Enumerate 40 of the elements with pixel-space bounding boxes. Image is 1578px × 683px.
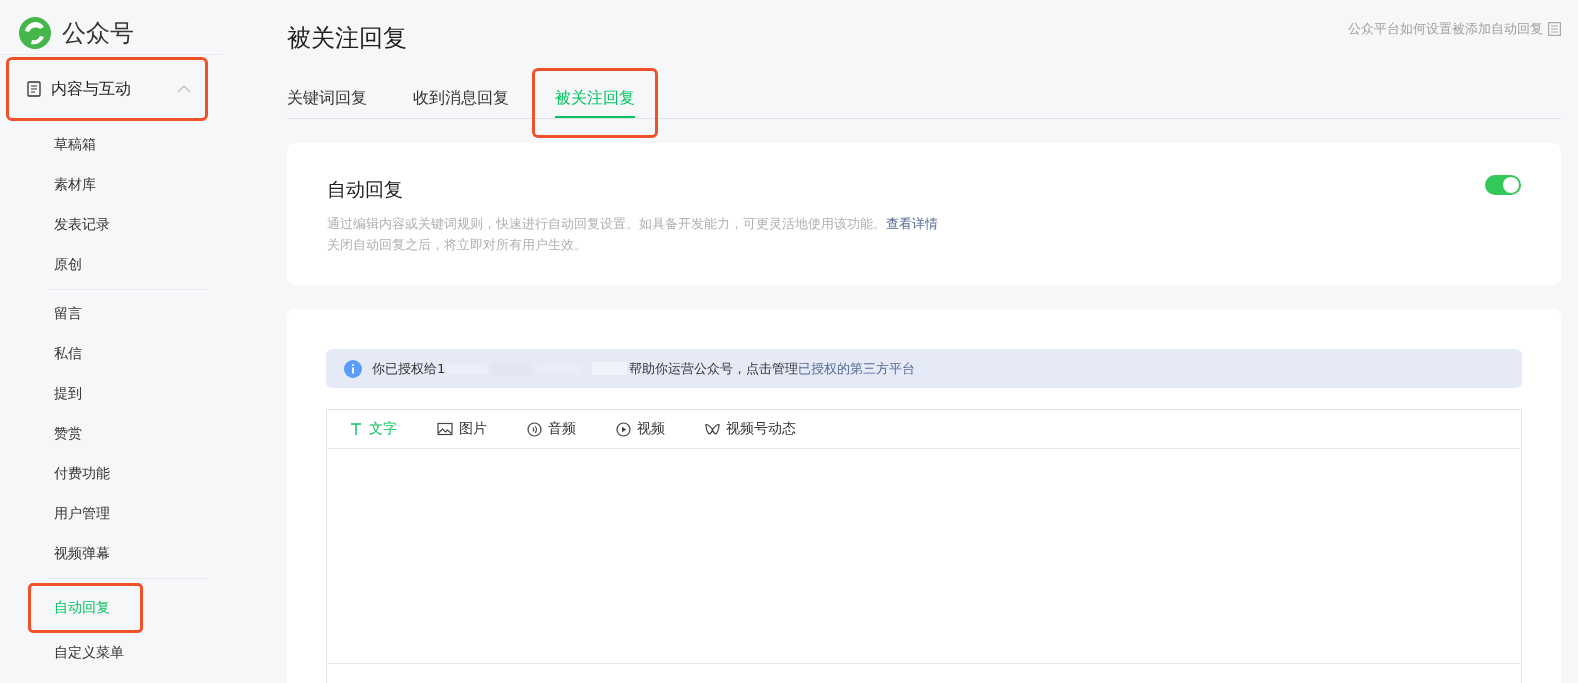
section-title: 自动回复 [327, 177, 404, 202]
nav-group-label: 内容与互动 [51, 78, 132, 100]
page-title: 被关注回复 [287, 23, 407, 54]
sidebar-item[interactable]: 留言 [28, 294, 115, 334]
document-icon [27, 81, 41, 97]
sidebar-item[interactable]: 用户管理 [28, 494, 143, 534]
sidebar-item[interactable]: 付费功能 [28, 454, 143, 494]
play-icon [616, 421, 631, 437]
chevron-icon [177, 85, 191, 93]
note-text: 关闭自动回复之后，将立即对所有用户生效。 [327, 236, 588, 254]
info-icon [344, 359, 362, 378]
notice-text: 你已授权给1 [372, 359, 446, 378]
sidebar-item[interactable]: 自定义菜单 [28, 633, 157, 673]
sidebar-item[interactable]: 草稿箱 [28, 125, 129, 165]
image-icon [437, 422, 453, 436]
content-type-tab[interactable]: 视频 [616, 420, 665, 438]
content-type-tab[interactable]: 图片 [437, 420, 487, 438]
audio-icon [527, 421, 542, 437]
content-type-tab[interactable]: 视频号动态 [705, 420, 796, 438]
notice-text: 帮助你运营公众号，点击管理已授权的第三方平台 [629, 359, 916, 378]
sidebar-item[interactable]: 私信 [28, 334, 115, 374]
sidebar-item[interactable]: 赞赏 [28, 414, 115, 454]
sidebar-item[interactable]: 素材库 [28, 165, 129, 205]
nav-group-header[interactable]: 内容与互动 [6, 57, 208, 121]
butterfly-icon [705, 422, 720, 436]
details-link[interactable]: 查看详情 [886, 216, 938, 231]
logo-text: 公众号 [62, 18, 134, 49]
sidebar-item[interactable]: 视频弹幕 [28, 534, 143, 574]
sidebar-item[interactable]: 原创 [28, 245, 115, 285]
tab[interactable]: 关键词回复 [287, 68, 390, 138]
third-party-link[interactable]: 已授权的第三方平台 [798, 360, 916, 376]
sidebar-item[interactable]: 发表记录 [28, 205, 143, 245]
tab[interactable]: 收到消息回复 [390, 68, 532, 138]
sidebar-item[interactable]: 提到 [28, 374, 115, 414]
description-text: 通过编辑内容或关键词规则，快速进行自动回复设置。如具备开发能力，可更灵活地使用该功能。查看详情 [327, 215, 938, 233]
logo-icon [18, 16, 52, 50]
document-icon [1548, 22, 1561, 36]
text-icon [349, 422, 363, 436]
toggle-switch[interactable] [1485, 175, 1521, 195]
content-type-tab[interactable]: 音频 [527, 420, 576, 438]
